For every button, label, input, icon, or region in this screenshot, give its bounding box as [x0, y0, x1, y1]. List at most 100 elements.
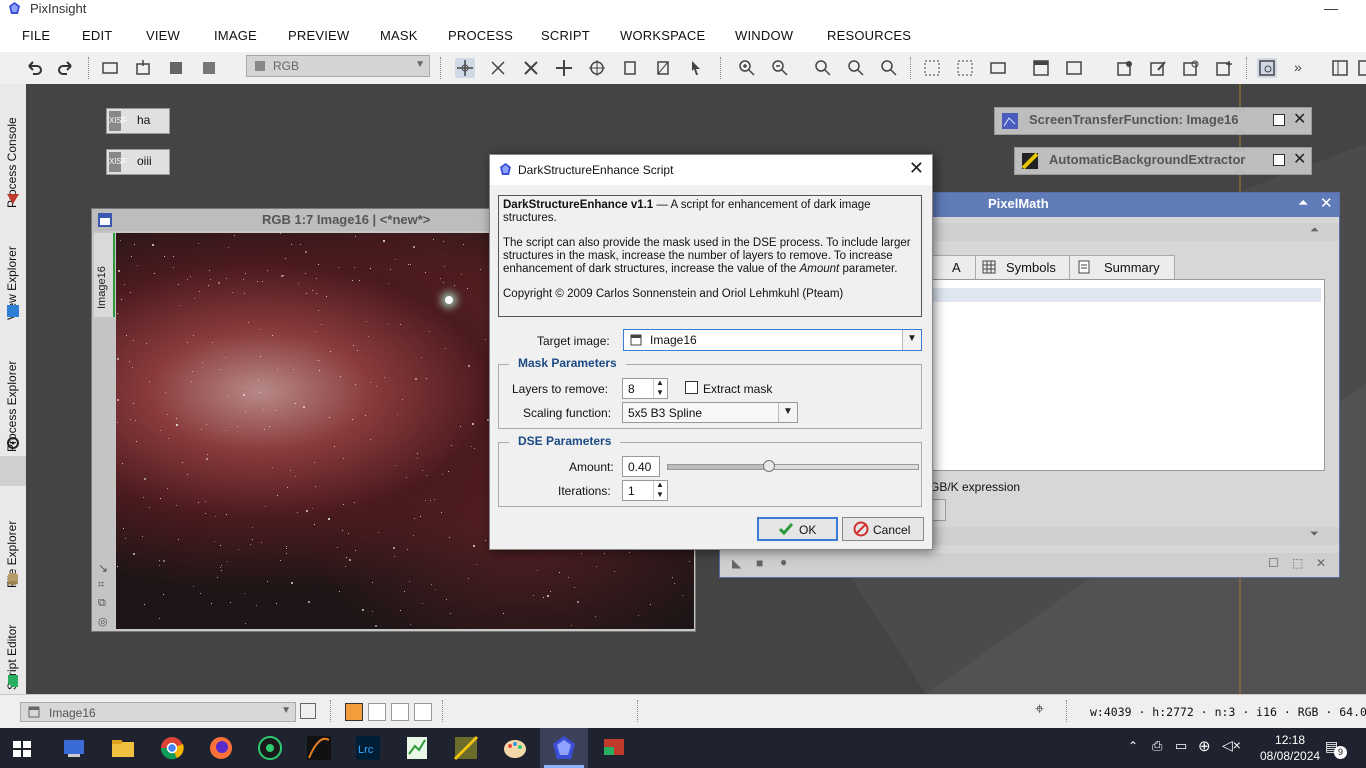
open-icon[interactable]	[133, 58, 153, 78]
lightroom-icon[interactable]: Lrc	[354, 734, 382, 762]
pointer-icon[interactable]	[686, 58, 706, 78]
redo-icon[interactable]	[56, 58, 76, 78]
mask-show-icon[interactable]	[1214, 58, 1234, 78]
menu-image[interactable]: IMAGE	[214, 28, 257, 43]
windows-start-icon[interactable]	[10, 734, 34, 762]
menu-edit[interactable]: EDIT	[82, 28, 112, 43]
iterations-spinbox[interactable]: 1 ▲ ▼	[622, 480, 668, 501]
chrome-icon[interactable]	[158, 734, 186, 762]
full-screen-icon[interactable]	[1064, 58, 1084, 78]
network-app-icon[interactable]	[60, 734, 88, 762]
close-icon[interactable]: ✕	[1293, 109, 1306, 129]
extract-mask-checkbox[interactable]	[685, 381, 698, 394]
taskbar-clock[interactable]: 12:18 08/08/2024	[1260, 732, 1320, 764]
menu-view[interactable]: VIEW	[146, 28, 180, 43]
image-icon-oiii[interactable]: XISF oiii	[106, 149, 170, 175]
save-icon[interactable]	[166, 58, 186, 78]
new-instance-icon[interactable]: ◣	[732, 556, 741, 570]
view-selector[interactable]: Image16 ▼	[20, 702, 296, 722]
expression-editor[interactable]	[920, 279, 1325, 471]
zoom-out-icon[interactable]	[770, 58, 790, 78]
tab-process-console[interactable]: Process Console	[1, 88, 25, 208]
spin-arrows-icon[interactable]: ▲ ▼	[653, 378, 667, 398]
layers-spinbox[interactable]: 8 ▲ ▼	[622, 378, 668, 399]
spin-arrows-icon[interactable]: ▲ ▼	[653, 480, 667, 500]
mask-edit-icon[interactable]	[1148, 58, 1168, 78]
process-icon-abe[interactable]: AutomaticBackgroundExtractor ✕	[1014, 147, 1312, 175]
network-globe-icon[interactable]: ⊕	[1198, 737, 1211, 755]
menu-resources[interactable]: RESOURCES	[827, 28, 911, 43]
crosshair-icon[interactable]: ⌖	[1035, 701, 1044, 719]
close-icon[interactable]: ✕	[909, 158, 924, 179]
menu-mask[interactable]: MASK	[380, 28, 418, 43]
center-mode-icon[interactable]	[554, 58, 574, 78]
close-icon[interactable]: ✕	[1320, 194, 1333, 212]
cancel-button[interactable]: Cancel	[842, 517, 924, 541]
explorer-toggle-icon[interactable]	[1257, 58, 1277, 78]
menu-preview[interactable]: PREVIEW	[288, 28, 349, 43]
target-icon[interactable]: ◎	[98, 615, 108, 628]
file-explorer-icon[interactable]	[109, 734, 137, 762]
dock-panel-2-icon[interactable]	[1356, 58, 1366, 78]
clone-icon[interactable]: ⧉	[98, 597, 106, 610]
tray-expand-icon[interactable]: ⌃	[1128, 739, 1138, 753]
tab-file-explorer[interactable]: File Explorer	[1, 488, 25, 588]
apply-icon[interactable]: ●	[780, 555, 787, 569]
preview-edit-icon[interactable]	[620, 58, 640, 78]
save-as-icon[interactable]	[199, 58, 219, 78]
apply-global-icon[interactable]: ■	[756, 556, 763, 570]
new-image-icon[interactable]	[100, 58, 120, 78]
channel-select[interactable]: RGB ▼	[246, 55, 430, 77]
firefox-icon[interactable]	[207, 734, 235, 762]
crop-icon[interactable]: ⌗	[98, 579, 104, 592]
chevron-down-icon[interactable]: ⏷	[1310, 528, 1319, 541]
spreadsheet-app-icon[interactable]	[403, 734, 431, 762]
maximize-icon[interactable]	[1273, 114, 1285, 126]
reset-icon[interactable]: ✕	[1316, 556, 1326, 570]
minimize-button[interactable]: —	[1324, 0, 1338, 16]
menu-process[interactable]: PROCESS	[448, 28, 513, 43]
tab-view-explorer[interactable]: View Explorer	[1, 214, 25, 320]
flag-app-icon[interactable]	[600, 734, 628, 762]
curve-app-icon[interactable]	[305, 734, 333, 762]
scaling-function-select[interactable]: 5x5 B3 Spline ▼	[622, 402, 798, 423]
astro-tool-icon[interactable]	[452, 734, 480, 762]
dse-script-dialog[interactable]: DarkStructureEnhance Script ✕ DarkStruct…	[489, 154, 933, 550]
move-mode-icon[interactable]	[587, 58, 607, 78]
edit-description-icon[interactable]: ⬚	[1292, 556, 1303, 570]
zoom-1-1-icon[interactable]	[846, 58, 866, 78]
fit-view-icon[interactable]	[922, 58, 942, 78]
display-channel-icon[interactable]	[1031, 58, 1051, 78]
dialog-title-bar[interactable]: DarkStructureEnhance Script ✕	[490, 155, 932, 185]
view-options-icon[interactable]	[300, 703, 316, 719]
target-image-select[interactable]: Image16 ▼	[623, 329, 922, 351]
view-tab-image16[interactable]: Image16	[94, 233, 115, 317]
readout-mode-icon[interactable]	[455, 58, 475, 78]
astro-app-icon[interactable]	[256, 734, 284, 762]
meet-now-icon[interactable]: ⎙	[1152, 738, 1162, 754]
tab-summary[interactable]: Summary	[1069, 255, 1175, 281]
menu-workspace[interactable]: WORKSPACE	[620, 28, 705, 43]
chevron-up-icon[interactable]: ⏶	[1310, 224, 1319, 237]
volume-muted-icon[interactable]: ◁×	[1222, 737, 1241, 754]
tab-symbols[interactable]: Symbols	[975, 255, 1071, 281]
zoom-fit-icon[interactable]	[813, 58, 833, 78]
dynamic-crop-icon[interactable]	[653, 58, 673, 78]
mask-invert-icon[interactable]	[1181, 58, 1201, 78]
window-menu-icon[interactable]	[98, 213, 112, 227]
resize-arrow-icon[interactable]: ↘	[98, 561, 108, 575]
mask-color-swatch[interactable]	[345, 703, 363, 721]
undo-icon[interactable]	[24, 58, 44, 78]
amount-slider-handle[interactable]	[763, 460, 775, 472]
menu-window[interactable]: WINDOW	[735, 28, 793, 43]
browse-doc-icon[interactable]: ☐	[1268, 556, 1279, 570]
tab-script-editor[interactable]: Script Editor	[1, 594, 25, 690]
menu-script[interactable]: SCRIPT	[541, 28, 590, 43]
amount-slider-track[interactable]	[667, 460, 919, 472]
ok-button[interactable]: OK	[757, 517, 838, 541]
fit-width-icon[interactable]	[955, 58, 975, 78]
mask-new-icon[interactable]	[1115, 58, 1135, 78]
zoom-in-icon[interactable]	[737, 58, 757, 78]
maximize-icon[interactable]	[1273, 154, 1285, 166]
swatch-2[interactable]	[368, 703, 386, 721]
